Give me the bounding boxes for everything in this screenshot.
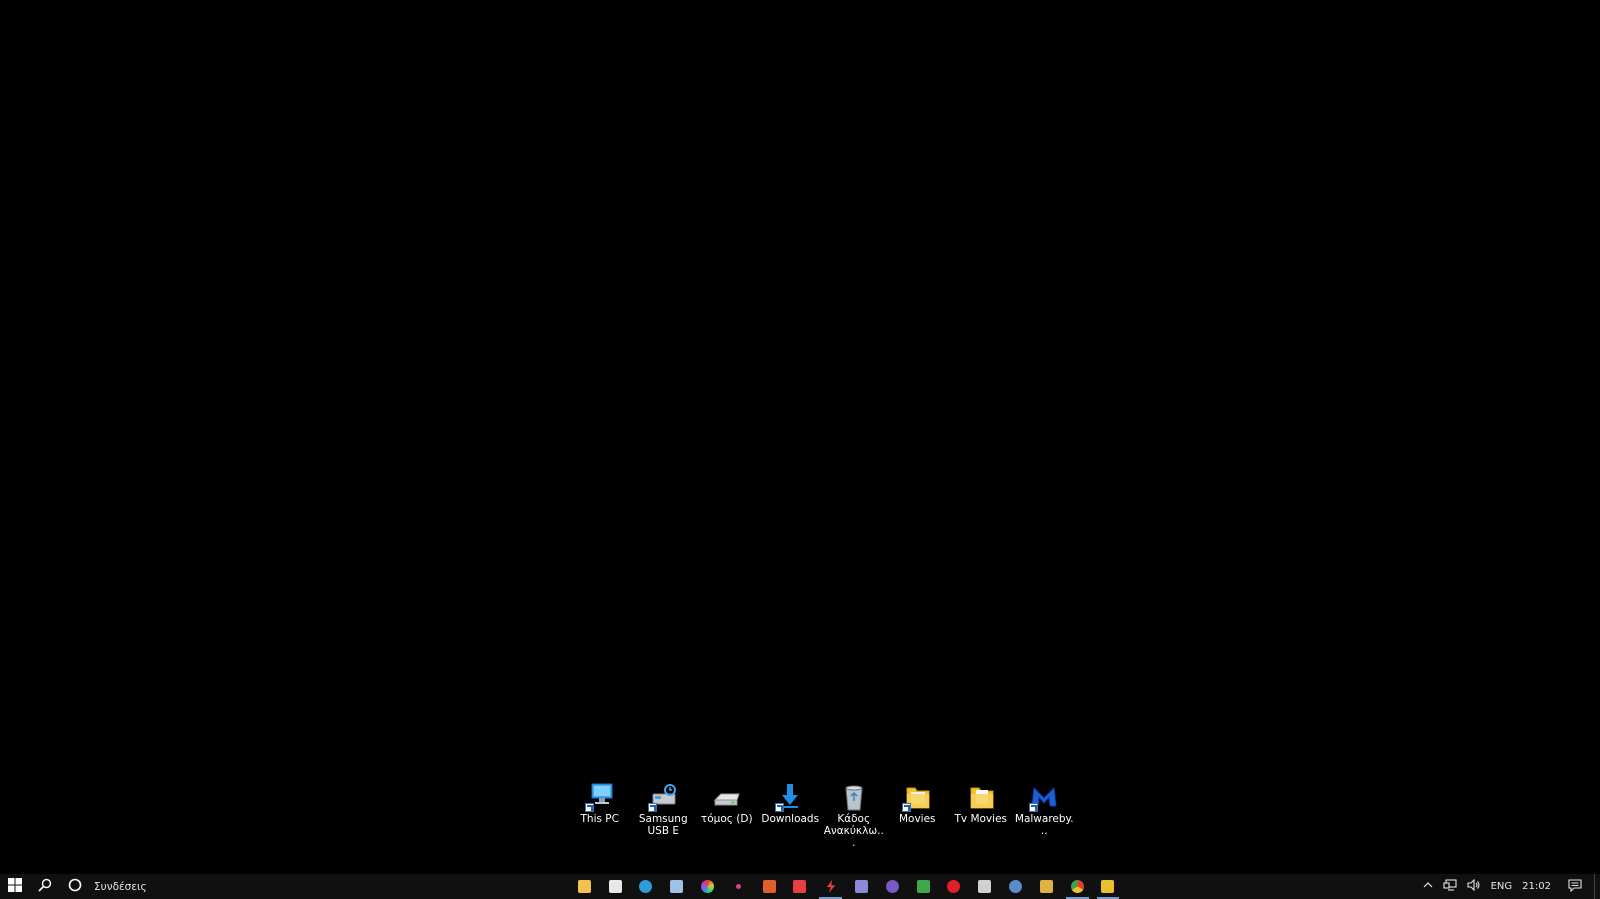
taskbar-app-epic-games[interactable]	[969, 874, 1000, 899]
yellow-app-icon	[1101, 880, 1115, 893]
desktop-icon-this-pc[interactable]: This PC	[568, 782, 632, 842]
recycle-bin-icon	[838, 782, 870, 812]
taskbar-app-dot[interactable]	[723, 874, 754, 899]
mail-icon	[670, 880, 684, 893]
desktop-icon-movies[interactable]: Movies	[886, 782, 950, 842]
edge-icon	[639, 880, 653, 893]
desktop-icon-recycle-bin[interactable]: Κάδος Ανακύκλω...	[822, 782, 886, 849]
viber-icon	[885, 880, 899, 893]
taskbar-app-file-explorer[interactable]	[569, 874, 600, 899]
speaker-icon	[1467, 878, 1481, 894]
tray-volume-button[interactable]	[1462, 874, 1486, 899]
steam-icon	[1009, 880, 1023, 893]
this-pc-icon	[584, 782, 616, 812]
store-icon	[608, 880, 622, 893]
taskbar-app-chrome[interactable]	[1062, 874, 1093, 899]
popcorn-icon	[793, 880, 807, 893]
desktop-icon-label: Malwareby...	[1014, 813, 1074, 837]
flash-icon	[826, 880, 836, 893]
grid-app-icon	[916, 880, 930, 893]
desktop-icon-label: Tv Movies	[954, 813, 1007, 825]
taskbar-app-color-wheel[interactable]	[692, 874, 723, 899]
desktop-icon-label: Movies	[898, 813, 936, 825]
search-label[interactable]: Συνδέσεις	[94, 881, 147, 893]
desktop-icon-drive-d[interactable]: τόμος (D)	[695, 782, 759, 842]
taskbar-left: Συνδέσεις	[0, 874, 147, 899]
drive-icon	[711, 782, 743, 812]
tray-network-button[interactable]	[1438, 874, 1462, 899]
notification-icon	[1568, 878, 1582, 895]
taskbar-app-steam[interactable]	[1000, 874, 1031, 899]
windows-icon	[8, 877, 22, 896]
game-app-icon	[762, 880, 776, 893]
taskbar: Συνδέσεις ENG 21:02	[0, 874, 1600, 899]
folder-icon	[965, 782, 997, 812]
epic-games-icon	[978, 880, 992, 893]
folder-app-icon	[1039, 880, 1053, 893]
desktop: This PC Samsung USB E τόμος (D) Download…	[0, 0, 1600, 874]
desktop-icon-label: τόμος (D)	[700, 813, 753, 825]
search-button[interactable]	[30, 874, 60, 899]
taskbar-app-grid[interactable]	[908, 874, 939, 899]
screen-app-icon	[855, 880, 869, 893]
desktop-icon-tv-movies[interactable]: Tv Movies	[949, 782, 1013, 842]
taskbar-app-game[interactable]	[754, 874, 785, 899]
color-wheel-icon	[701, 880, 715, 893]
red-dot-app-icon	[947, 880, 961, 893]
taskbar-app-screen[interactable]	[846, 874, 877, 899]
tray-clock[interactable]: 21:02	[1517, 874, 1556, 899]
file-explorer-icon	[577, 880, 591, 893]
desktop-icon-label: This PC	[580, 813, 619, 825]
desktop-icon-label: Samsung USB E	[638, 813, 688, 837]
start-button[interactable]	[0, 874, 30, 899]
taskbar-apps	[569, 874, 1123, 899]
taskbar-app-edge[interactable]	[631, 874, 662, 899]
downloads-icon	[774, 782, 806, 812]
taskbar-app-store[interactable]	[600, 874, 631, 899]
desktop-icon-malwarebytes[interactable]: Malwareby...	[1013, 782, 1077, 842]
taskbar-app-popcorn[interactable]	[785, 874, 816, 899]
taskbar-app-flash[interactable]	[815, 874, 846, 899]
chrome-icon	[1070, 880, 1084, 893]
taskbar-app-yellow[interactable]	[1093, 874, 1124, 899]
cortana-icon	[68, 877, 82, 896]
desktop-icons: This PC Samsung USB E τόμος (D) Download…	[568, 782, 1077, 849]
taskbar-app-folder[interactable]	[1031, 874, 1062, 899]
taskbar-app-mail[interactable]	[661, 874, 692, 899]
taskbar-app-red-dot[interactable]	[939, 874, 970, 899]
cortana-button[interactable]	[60, 874, 90, 899]
desktop-icon-downloads[interactable]: Downloads	[759, 782, 823, 842]
system-tray: ENG 21:02	[1418, 874, 1600, 899]
tray-overflow-button[interactable]	[1418, 874, 1438, 899]
chevron-up-icon	[1423, 881, 1433, 892]
taskbar-app-viber[interactable]	[877, 874, 908, 899]
search-icon	[38, 877, 52, 896]
folder-icon	[901, 782, 933, 812]
desktop-icon-label: Κάδος Ανακύκλω...	[823, 813, 884, 849]
action-center-button[interactable]	[1556, 874, 1594, 899]
network-icon	[1443, 879, 1457, 894]
show-desktop-button[interactable]	[1594, 874, 1600, 899]
malwarebytes-icon	[1028, 782, 1060, 812]
usb-drive-icon	[647, 782, 679, 812]
dot-app-icon	[735, 884, 741, 889]
tray-language-button[interactable]: ENG	[1486, 874, 1518, 899]
desktop-icon-label: Downloads	[761, 813, 820, 825]
desktop-icon-samsung-usb[interactable]: Samsung USB E	[632, 782, 696, 842]
